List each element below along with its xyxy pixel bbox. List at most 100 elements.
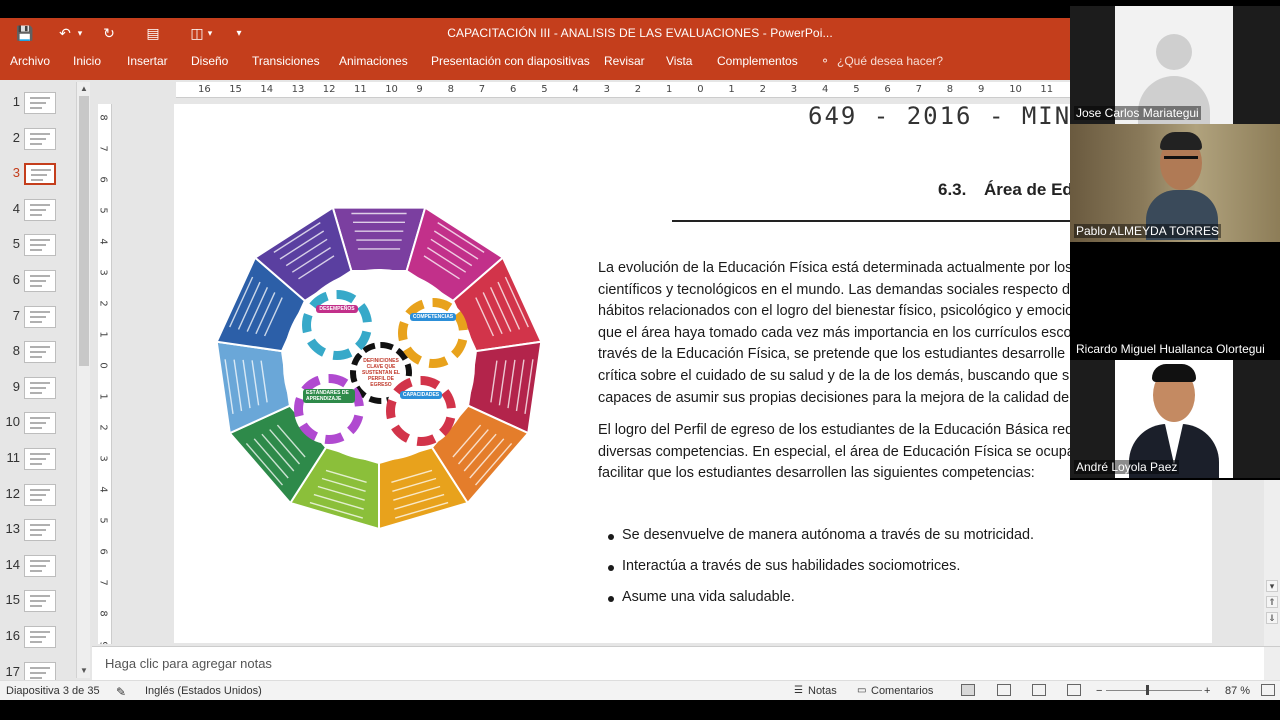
zoom-slider-handle[interactable] <box>1146 685 1149 695</box>
tab-archivo[interactable]: Archivo <box>8 54 52 68</box>
notes-icon[interactable]: ☰ <box>794 685 803 696</box>
thumbnail-text-line <box>30 346 50 349</box>
slide-thumbnail-number: 9 <box>12 378 20 394</box>
slide-thumbnail[interactable]: 7 <box>0 302 76 332</box>
slide-thumbnail[interactable]: 6 <box>0 266 76 296</box>
slide-thumbnail[interactable]: 5 <box>0 230 76 260</box>
thumbnail-text-line <box>30 208 46 211</box>
tab-inicio[interactable]: Inicio <box>71 54 103 68</box>
slide-thumbnail[interactable]: 1 <box>0 88 76 118</box>
zoom-out-icon[interactable]: − <box>1096 685 1102 697</box>
tab-revisar[interactable]: Revisar <box>602 54 647 68</box>
tab-vista[interactable]: Vista <box>664 54 694 68</box>
slide-thumbnail[interactable]: 2 <box>0 124 76 154</box>
zoom-in-icon[interactable]: + <box>1204 685 1210 697</box>
participant-tile[interactable]: André Loyola Paez <box>1070 360 1280 478</box>
tab-diseno[interactable]: Diseño <box>189 54 230 68</box>
powerpoint-window: 💾 ↶ ▾ ↻ ▤ ◫ ▾ ▾ CAPACITACIÓN III - ANALI… <box>0 0 1280 720</box>
notes-pane[interactable]: Haga clic para agregar notas <box>92 646 1280 681</box>
tell-me-search[interactable]: ¿Qué desea hacer? <box>835 54 945 68</box>
tab-presentacion[interactable]: Presentación con diapositivas <box>429 54 592 68</box>
ruler-tick-label: 6 <box>510 84 517 95</box>
participant-tile[interactable]: Pablo ALMEYDA TORRES <box>1070 124 1280 242</box>
slide-thumbnail[interactable]: 13 <box>0 515 76 545</box>
slide-thumbnail-number: 16 <box>5 628 20 643</box>
notes-button[interactable]: Notas <box>808 685 837 697</box>
ruler-tick-label: 7 <box>915 84 922 95</box>
slide-thumbnail-preview <box>24 305 56 328</box>
tab-animaciones[interactable]: Animaciones <box>337 54 410 68</box>
comments-icon[interactable]: ▭ <box>857 685 866 696</box>
slide-thumbnail[interactable]: 4 <box>0 195 76 225</box>
tab-complementos[interactable]: Complementos <box>715 54 800 68</box>
scrollbar-thumb[interactable] <box>79 96 89 366</box>
tab-insertar[interactable]: Insertar <box>125 54 170 68</box>
thumbnail-text-line <box>30 142 42 145</box>
language-indicator[interactable]: Inglés (Estados Unidos) <box>145 685 262 697</box>
slide-thumbnail[interactable]: 11 <box>0 444 76 474</box>
slide-thumbnail-preview <box>24 163 56 186</box>
thumbnail-text-line <box>30 239 50 242</box>
thumbnail-text-line <box>30 600 46 603</box>
spellcheck-icon[interactable]: ✎ <box>116 685 126 699</box>
section-title: Área de Ed <box>984 180 1073 199</box>
fit-to-window-icon[interactable] <box>1261 684 1275 696</box>
thumbnail-text-line <box>30 631 50 633</box>
ruler-tick-label: 5 <box>853 84 860 95</box>
slide-thumbnail[interactable]: 8 <box>0 337 76 367</box>
ruler-tick-label: 3 <box>790 84 798 95</box>
ruler-tick-label: 6 <box>98 548 109 555</box>
video-participants-panel: Jose Carlos Mariategui Pablo ALMEYDA TOR… <box>1070 6 1280 480</box>
slide-sorter-icon[interactable] <box>997 684 1011 696</box>
previous-slide-icon[interactable]: ⇑ <box>1266 596 1278 608</box>
ruler-tick-label: 8 <box>98 114 109 121</box>
thumbnail-text-line <box>30 422 46 425</box>
participant-tile[interactable]: Ricardo Miguel Huallanca Olortegui <box>1070 242 1280 360</box>
participant-tile[interactable]: Jose Carlos Mariategui <box>1070 6 1280 124</box>
thumbnails-scrollbar[interactable]: ▲ ▼ <box>76 82 90 678</box>
thumbnail-text-line <box>31 174 47 177</box>
slide-canvas[interactable]: 649 - 2016 - MINEDU 6.3. Área de Ed La e… <box>174 104 1212 643</box>
notes-scrollbar[interactable] <box>1264 647 1280 681</box>
scroll-down-icon[interactable]: ▼ <box>79 666 89 675</box>
slide-thumbnail-preview <box>24 483 56 506</box>
scroll-up-icon[interactable]: ▲ <box>79 84 89 93</box>
slide-thumbnail-number: 15 <box>5 592 20 608</box>
thumbnail-text-line <box>30 391 42 394</box>
ruler-tick-label: 4 <box>98 238 109 245</box>
slide-thumbnail[interactable]: 14 <box>0 551 76 581</box>
thumbnail-text-line <box>30 636 46 638</box>
thumbnail-text-line <box>30 564 46 567</box>
normal-view-icon[interactable] <box>961 684 975 696</box>
slide-thumbnail-preview <box>24 448 56 470</box>
slide-thumbnail-preview <box>24 590 56 613</box>
next-slide-icon[interactable]: ⇓ <box>1266 612 1278 624</box>
reading-view-icon[interactable] <box>1032 684 1046 696</box>
notes-placeholder[interactable]: Haga clic para agregar notas <box>105 656 272 671</box>
slide-thumbnail-number: 7 <box>12 307 20 323</box>
thumbnail-text-line <box>30 102 46 104</box>
thumbnail-text-line <box>30 97 50 99</box>
thumbnail-text-line <box>30 275 50 277</box>
ruler-tick-label: 1 <box>728 84 735 95</box>
scroll-down-icon[interactable]: ▾ <box>1266 580 1278 592</box>
thumbnail-text-line <box>30 666 50 669</box>
ruler-tick-label: 5 <box>98 517 109 524</box>
tab-transiciones[interactable]: Transiciones <box>250 54 322 68</box>
camera-person <box>1142 128 1222 240</box>
slide-thumbnail[interactable]: 12 <box>0 480 76 510</box>
ruler-tick-label: 8 <box>946 84 954 95</box>
comments-button[interactable]: Comentarios <box>871 685 933 697</box>
ruler-tick-label: 4 <box>822 84 829 95</box>
zoom-level[interactable]: 87 % <box>1225 685 1250 697</box>
thumbnail-text-line <box>30 559 50 562</box>
slide-thumbnail[interactable]: 3 <box>0 159 76 189</box>
slideshow-view-icon[interactable] <box>1067 684 1081 696</box>
slide-thumbnail[interactable]: 16 <box>0 622 76 652</box>
slide-thumbnail[interactable]: 15 <box>0 586 76 616</box>
slide-thumbnail-number: 11 <box>6 450 21 465</box>
zoom-slider[interactable] <box>1106 690 1202 691</box>
slide-thumbnail-preview <box>24 376 56 399</box>
slide-thumbnail[interactable]: 9 <box>0 373 76 403</box>
slide-thumbnail[interactable]: 10 <box>0 408 76 438</box>
